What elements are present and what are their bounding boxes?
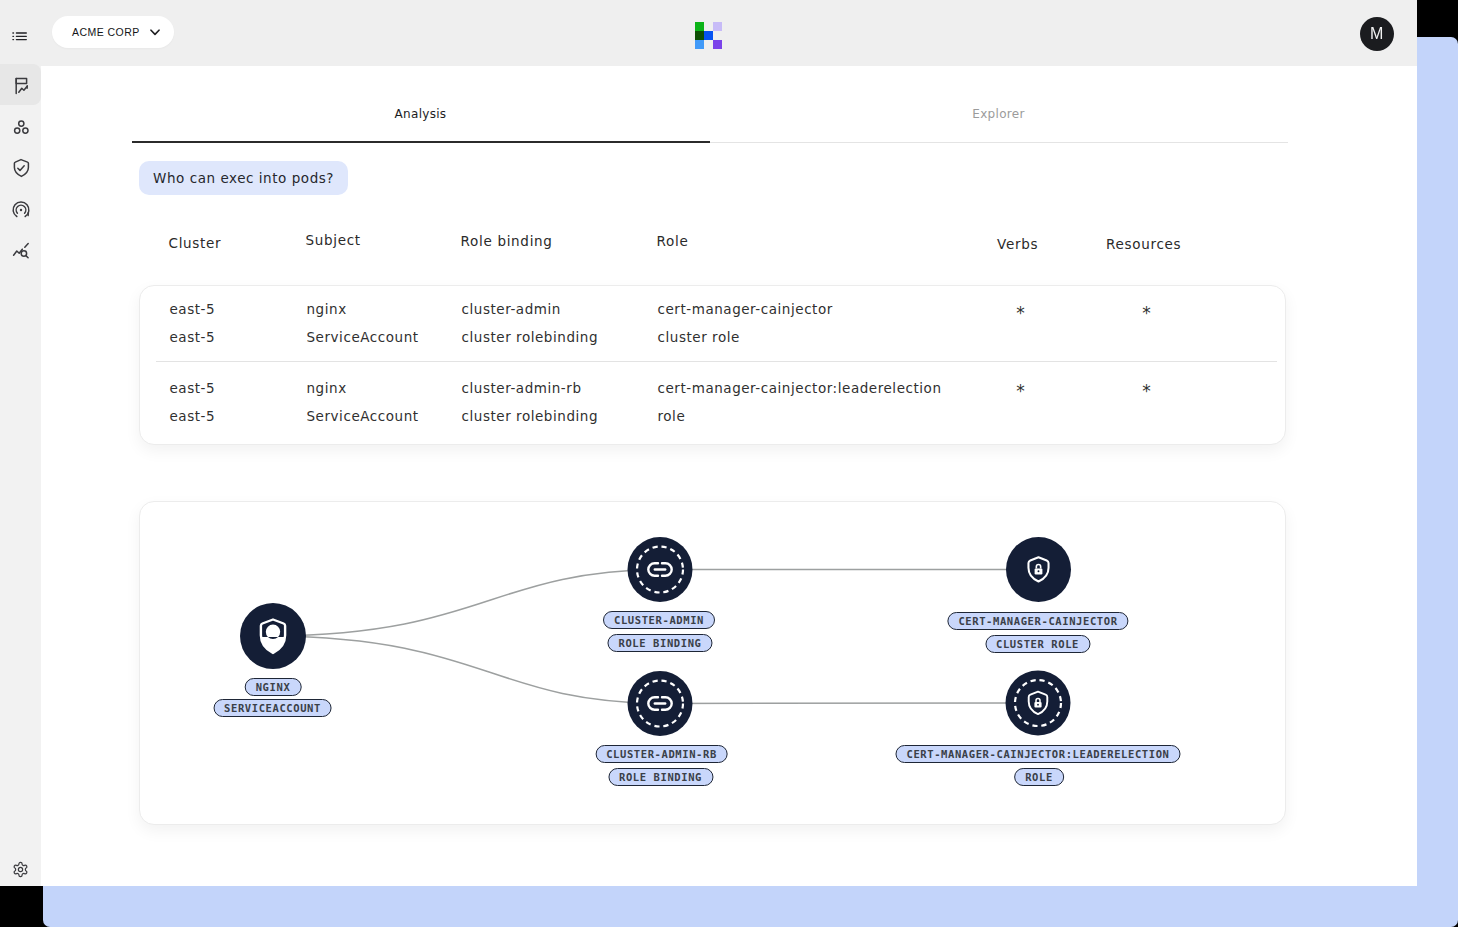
table-cell: east-5 [170, 380, 216, 396]
table-cell: cluster-admin-rb [462, 380, 582, 396]
graph-label-pill: CLUSTER-ADMIN [603, 611, 715, 629]
table-cell: ServiceAccount [307, 329, 419, 345]
shield-check-icon [10, 157, 32, 179]
trend-search-icon [10, 240, 32, 262]
settings-gear-icon [12, 861, 29, 878]
tab-active-underline [132, 141, 711, 143]
graph-label-pill: CLUSTER-ADMIN-RB [595, 745, 728, 763]
table-cell-resources: * [1142, 381, 1151, 401]
table-cell: east-5 [170, 329, 216, 345]
graph-node-subject [240, 603, 306, 669]
rbac-graph: NGINX SERVICEACCOUNT CLUSTER-ADMIN ROLE … [139, 501, 1286, 825]
table-cell: cluster rolebinding [462, 408, 599, 424]
table-cell-verbs: * [1016, 303, 1025, 323]
table-cell: east-5 [170, 301, 216, 317]
query-chip[interactable]: Who can exec into pods? [139, 161, 348, 195]
logo-cell [704, 31, 713, 40]
table-cell: role [658, 408, 686, 424]
graph-label-pill: ROLE [1014, 768, 1064, 786]
logo-cell [713, 22, 722, 31]
user-avatar[interactable]: M [1360, 17, 1394, 51]
flag-activity-icon [10, 74, 32, 96]
table-cell: cluster role [658, 329, 740, 345]
graph-label-pill: CLUSTER ROLE [985, 635, 1090, 653]
chevron-down-icon [150, 29, 160, 36]
sidebar-item-settings[interactable] [0, 849, 41, 886]
logo-cell [695, 22, 704, 31]
table-cell: cluster-admin [462, 301, 561, 317]
avatar-initial: M [1370, 25, 1384, 43]
graph-label-pill: SERVICEACCOUNT [213, 699, 332, 717]
org-switcher-button[interactable]: ACME CORP [52, 16, 174, 48]
tab-explorer[interactable]: Explorer [710, 66, 1288, 143]
results-table: east-5 nginx cluster-admin cert-manager-… [139, 285, 1286, 445]
app-logo [695, 22, 722, 49]
table-cell: nginx [307, 380, 347, 396]
table-cell: cert-manager-cainjector:leaderelection [658, 380, 942, 396]
table-cell: cert-manager-cainjector [658, 301, 833, 317]
table-cell: east-5 [170, 408, 216, 424]
sidebar-item-analysis[interactable] [0, 64, 41, 105]
tab-bar: Analysis Explorer [132, 66, 1288, 143]
graph-node-binding-bottom [628, 671, 693, 736]
column-header-rolebinding: Role binding [461, 233, 553, 249]
sidebar [0, 66, 41, 886]
sidebar-item-security[interactable] [0, 148, 41, 189]
tab-analysis[interactable]: Analysis [132, 66, 710, 143]
column-header-resources: Resources [1106, 236, 1181, 252]
cluster-nodes-icon [10, 116, 32, 138]
logo-cell [695, 40, 704, 49]
query-chip-label: Who can exec into pods? [153, 170, 334, 186]
row-divider [156, 361, 1277, 362]
column-header-cluster: Cluster [169, 235, 222, 251]
top-bar: ACME CORP M [0, 0, 1417, 66]
org-name: ACME CORP [72, 26, 140, 38]
radar-icon [10, 199, 32, 221]
graph-node-role-top [1006, 537, 1071, 602]
sidebar-item-incidents[interactable] [0, 189, 41, 230]
logo-cell [695, 31, 704, 40]
table-cell: ServiceAccount [307, 408, 419, 424]
column-header-role: Role [657, 233, 689, 249]
menu-list-icon[interactable] [12, 27, 27, 36]
table-cell-resources: * [1142, 303, 1151, 323]
column-header-subject: Subject [306, 232, 361, 248]
table-cell-verbs: * [1016, 381, 1025, 401]
graph-label-pill: ROLE BINDING [607, 634, 712, 652]
graph-node-role-bottom [1006, 670, 1071, 735]
main-content: Analysis Explorer Who can exec into pods… [41, 66, 1417, 886]
sidebar-item-clusters[interactable] [0, 106, 41, 147]
table-cell: cluster rolebinding [462, 329, 599, 345]
app-window: ACME CORP M [0, 0, 1417, 886]
sidebar-item-trends[interactable] [0, 231, 41, 272]
graph-node-binding-top [628, 537, 693, 602]
graph-label-pill: CERT-MANAGER-CAINJECTOR:LEADERELECTION [895, 745, 1180, 763]
graph-label-pill: NGINX [245, 678, 302, 696]
graph-label-pill: CERT-MANAGER-CAINJECTOR [947, 612, 1128, 630]
column-header-verbs: Verbs [997, 236, 1038, 252]
tab-analysis-label: Analysis [395, 89, 447, 121]
logo-cell [713, 40, 722, 49]
tab-explorer-label: Explorer [972, 89, 1024, 121]
table-cell: nginx [307, 301, 347, 317]
graph-label-pill: ROLE BINDING [608, 768, 713, 786]
